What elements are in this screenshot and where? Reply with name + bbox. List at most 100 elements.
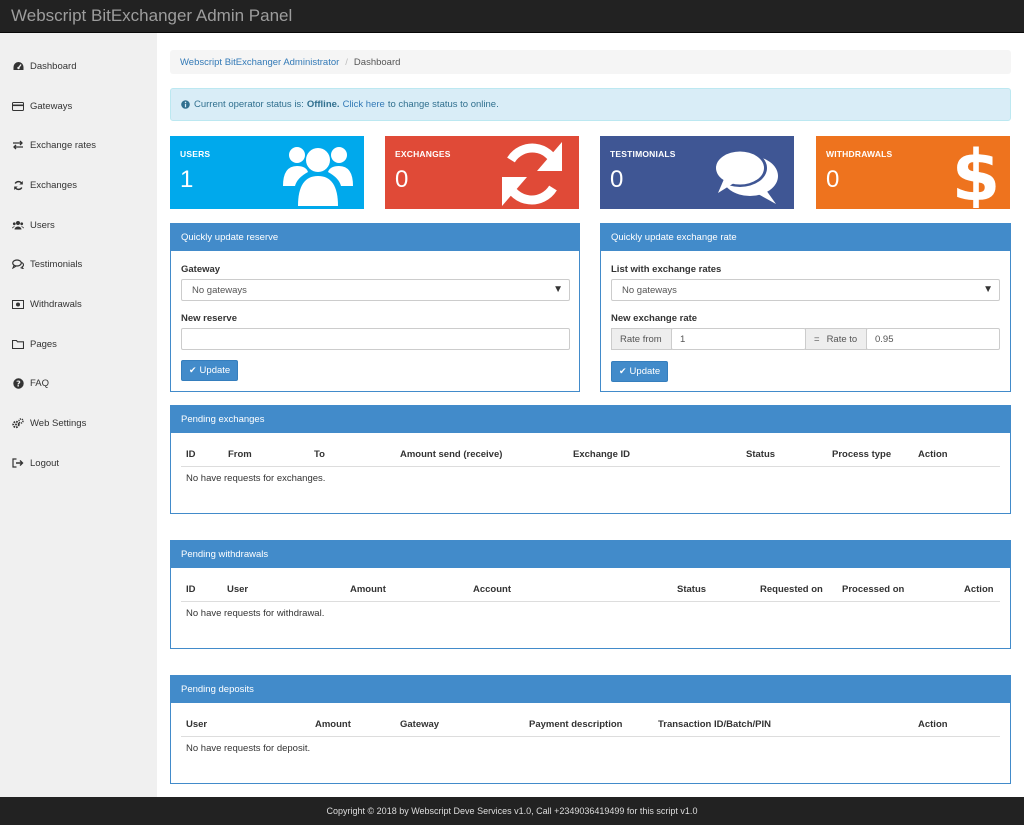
table-divider xyxy=(181,736,1000,737)
sidebar-item-dashboard[interactable]: Dashboard xyxy=(12,58,76,74)
column-header: Amount xyxy=(315,719,351,730)
sidebar: Dashboard Gateways Exchange rates Exchan… xyxy=(0,33,157,797)
change-status-link[interactable]: Click here xyxy=(343,99,385,110)
alert-prefix: Current operator status is: xyxy=(194,99,304,110)
empty-message: No have requests for exchanges. xyxy=(186,473,326,484)
column-header: From xyxy=(228,449,252,460)
footer: Copyright © 2018 by Webscript Deve Servi… xyxy=(0,797,1024,825)
credit-card-icon xyxy=(12,100,24,112)
stat-value: 1 xyxy=(180,166,194,193)
column-header: Process type xyxy=(832,449,892,460)
refresh-icon xyxy=(12,179,24,191)
svg-text:?: ? xyxy=(16,379,21,388)
sidebar-item-label: Users xyxy=(30,219,55,231)
column-header: Processed on xyxy=(842,584,905,595)
column-header: Gateway xyxy=(400,719,440,730)
column-header: Payment description xyxy=(529,719,623,730)
update-rate-button[interactable]: ✔ Update xyxy=(611,361,669,382)
column-header: Transaction ID/Batch/PIN xyxy=(658,719,771,730)
panel-title: Pending exchanges xyxy=(171,406,1010,433)
stat-users[interactable]: USERS 1 xyxy=(170,136,364,209)
sidebar-item-users[interactable]: Users xyxy=(12,217,55,233)
panel-title: Quickly update exchange rate xyxy=(601,224,1010,251)
column-header: Amount xyxy=(350,584,386,595)
exchange-icon xyxy=(12,139,24,151)
stat-exchanges[interactable]: EXCHANGES 0 xyxy=(385,136,579,209)
stat-value: 0 xyxy=(395,166,409,193)
new-reserve-label: New reserve xyxy=(181,313,237,324)
column-header: User xyxy=(186,719,208,730)
sidebar-item-label: Web Settings xyxy=(30,417,87,429)
new-reserve-input[interactable] xyxy=(181,328,570,350)
pending-exchanges-panel: Pending exchanges ID From To Amount send… xyxy=(170,405,1011,514)
sidebar-item-logout[interactable]: Logout xyxy=(12,455,59,471)
dollar-icon: $ xyxy=(952,138,1000,208)
panel-title: Pending deposits xyxy=(171,676,1010,703)
pending-withdrawals-panel: Pending withdrawals ID User Amount Accou… xyxy=(170,540,1011,649)
rate-list-select[interactable]: No gateways ▼ xyxy=(611,279,1000,301)
sidebar-item-label: Testimonials xyxy=(30,258,83,270)
sign-out-icon xyxy=(12,457,24,469)
sidebar-item-pages[interactable]: Pages xyxy=(12,336,57,352)
new-rate-label: New exchange rate xyxy=(611,313,698,324)
update-reserve-button[interactable]: ✔ Update xyxy=(181,360,239,381)
rate-to-addon: = Rate to xyxy=(805,328,867,350)
folder-icon xyxy=(12,338,24,350)
sidebar-item-label: Logout xyxy=(30,457,60,469)
sidebar-item-label: Exchange rates xyxy=(30,139,97,151)
status-alert: Current operator status is: Offline. Cli… xyxy=(170,88,1011,121)
pending-deposits-panel: Pending deposits User Amount Gateway Pay… xyxy=(170,675,1011,784)
sidebar-item-label: Withdrawals xyxy=(30,298,82,310)
operator-status: Offline. xyxy=(306,99,340,110)
refresh-icon xyxy=(502,142,562,206)
stat-label: USERS xyxy=(180,149,211,159)
rate-to-label: Rate to xyxy=(826,333,858,345)
stat-withdrawals[interactable]: WITHDRAWALS 0 $ xyxy=(816,136,1010,209)
column-header: User xyxy=(227,584,249,595)
check-icon: ✔ xyxy=(189,365,197,375)
column-header: ID xyxy=(186,584,196,595)
cogs-icon xyxy=(12,417,24,429)
gateway-select-value: No gateways xyxy=(192,284,247,296)
breadcrumb: Webscript BitExchanger Administrator / D… xyxy=(170,50,1011,74)
stat-value: 0 xyxy=(610,166,624,193)
breadcrumb-root-link[interactable]: Webscript BitExchanger Administrator xyxy=(180,57,339,68)
column-header: Requested on xyxy=(760,584,823,595)
empty-message: No have requests for deposit. xyxy=(186,743,311,754)
sidebar-item-withdrawals[interactable]: Withdrawals xyxy=(12,296,82,312)
sidebar-item-label: FAQ xyxy=(30,377,50,389)
caret-down-icon: ▼ xyxy=(553,284,563,295)
sidebar-item-faq[interactable]: ? FAQ xyxy=(12,375,49,391)
rate-from-input[interactable]: 1 xyxy=(671,328,806,350)
stat-label: EXCHANGES xyxy=(395,149,451,159)
column-header: Action xyxy=(964,584,994,595)
rate-to-input[interactable]: 0.95 xyxy=(866,328,1000,350)
sidebar-item-testimonials[interactable]: Testimonials xyxy=(12,256,82,272)
top-navbar: Webscript BitExchanger Admin Panel xyxy=(0,0,1024,33)
rate-list-label: List with exchange rates xyxy=(611,264,722,275)
gateway-select[interactable]: No gateways ▼ xyxy=(181,279,570,301)
app-title[interactable]: Webscript BitExchanger Admin Panel xyxy=(11,6,292,26)
dashboard-icon xyxy=(12,60,24,72)
breadcrumb-separator: / xyxy=(345,56,348,68)
footer-copyright: Copyright © 2018 by Webscript Deve Servi… xyxy=(326,806,698,816)
sidebar-item-label: Dashboard xyxy=(30,60,77,72)
column-header: Status xyxy=(677,584,707,595)
table-divider xyxy=(181,466,1000,467)
column-header: Account xyxy=(473,584,511,595)
comments-icon xyxy=(713,149,778,204)
sidebar-item-exchanges[interactable]: Exchanges xyxy=(12,177,77,193)
sidebar-item-web-settings[interactable]: Web Settings xyxy=(12,415,86,431)
alert-suffix: to change status to online. xyxy=(387,99,499,110)
sidebar-item-gateways[interactable]: Gateways xyxy=(12,98,72,114)
svg-text:$: $ xyxy=(952,138,1000,208)
caret-down-icon: ▼ xyxy=(983,284,993,295)
sidebar-item-label: Pages xyxy=(30,338,57,350)
column-header: Exchange ID xyxy=(573,449,631,460)
exchange-rate-panel: Quickly update exchange rate List with e… xyxy=(600,223,1011,392)
column-header: Status xyxy=(746,449,776,460)
stat-label: TESTIMONIALS xyxy=(610,149,676,159)
reserve-panel: Quickly update reserve Gateway No gatewa… xyxy=(170,223,580,392)
stat-testimonials[interactable]: TESTIMONIALS 0 xyxy=(600,136,794,209)
sidebar-item-exchange-rates[interactable]: Exchange rates xyxy=(12,137,96,153)
